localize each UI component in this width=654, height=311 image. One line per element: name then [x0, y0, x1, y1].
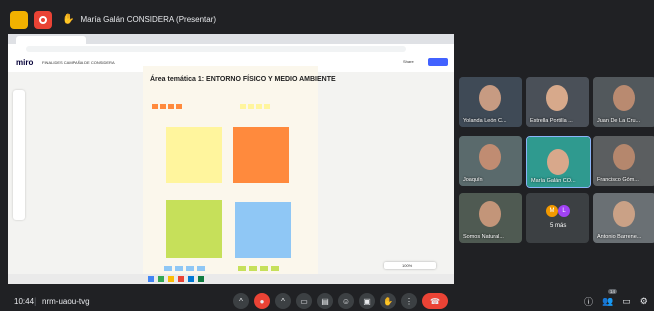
- overflow-avatar: L: [558, 205, 570, 217]
- participant-name: Yolanda León C...: [463, 118, 507, 124]
- mic-options-icon[interactable]: ^: [233, 293, 249, 309]
- mini-stickies-orange: [152, 104, 182, 109]
- more-options-icon[interactable]: ⋮: [401, 293, 417, 309]
- presenter-indicator: ✋ María Galán CONSIDERA (Presentar): [56, 9, 224, 29]
- meeting-controls: ^ ● ^ ▭ ▤ ☺ ▣ ✋ ⋮ ☎: [233, 293, 448, 309]
- zoom-controls[interactable]: 100%: [384, 262, 436, 269]
- overflow-participants-tile[interactable]: M L 5 más: [526, 193, 589, 243]
- participants-count: 14: [608, 289, 618, 294]
- board-name[interactable]: FINALIDES CAMPAÑA DE CONSIDERA: [42, 60, 115, 65]
- side-controls: ⓘ 👥 14 ▭ ⚙: [584, 289, 648, 308]
- participant-tile[interactable]: Antonio Barrene...: [593, 193, 654, 243]
- overflow-avatar: M: [546, 205, 558, 217]
- participant-tile[interactable]: Yolanda León C...: [459, 77, 522, 127]
- mini-stickies-bottom-green: [238, 266, 279, 271]
- camera-options-icon[interactable]: ^: [275, 293, 291, 309]
- raise-hand-icon[interactable]: ✋: [380, 293, 396, 309]
- meeting-code: nrm-uaou-tvg: [42, 297, 90, 306]
- miro-left-toolbar[interactable]: [13, 90, 25, 220]
- share-menu[interactable]: Share: [403, 59, 414, 64]
- mic-off-icon[interactable]: ●: [254, 293, 270, 309]
- url-field[interactable]: [26, 46, 406, 52]
- activities-icon[interactable]: ⚙: [640, 296, 648, 307]
- people-icon[interactable]: 👥 14: [602, 289, 618, 307]
- sticky-yellow[interactable]: [166, 127, 222, 183]
- sticky-orange[interactable]: [233, 127, 289, 183]
- hand-icon: ✋: [62, 13, 75, 25]
- record-icon[interactable]: [34, 11, 52, 29]
- emoji-icon[interactable]: ☺: [338, 293, 354, 309]
- presenter-label: María Galán CONSIDERA (Presentar): [80, 14, 217, 24]
- captions-icon[interactable]: ▤: [317, 293, 333, 309]
- present-mode-icon[interactable]: [10, 11, 28, 29]
- mini-stickies-yellow: [240, 104, 270, 109]
- hangup-icon[interactable]: ☎: [422, 293, 448, 309]
- share-button[interactable]: [428, 58, 448, 66]
- mini-stickies-bottom: [164, 266, 205, 271]
- participant-tile[interactable]: Estrella Portilla ...: [526, 77, 589, 127]
- participant-name: Joaquín: [463, 177, 483, 183]
- frame-title: Área temática 1: ENTORNO FÍSICO Y MEDIO …: [150, 76, 336, 83]
- participant-tile[interactable]: Francisco Góm...: [593, 136, 654, 186]
- participant-name: María Galán CO...: [531, 178, 576, 184]
- participant-tile-active[interactable]: María Galán CO...: [526, 136, 591, 188]
- participant-name: Juan De La Cru...: [597, 118, 641, 124]
- participant-name: Somos Natural...: [463, 234, 504, 240]
- overflow-count: 5 más: [550, 223, 567, 229]
- participant-tile[interactable]: Juan De La Cru...: [593, 77, 654, 127]
- chat-icon[interactable]: ▭: [622, 296, 631, 307]
- participant-name: Antonio Barrene...: [597, 234, 642, 240]
- participant-tile[interactable]: Somos Natural...: [459, 193, 522, 243]
- present-screen-icon[interactable]: ▣: [359, 293, 375, 309]
- meeting-time: 10:44: [14, 297, 35, 306]
- participant-name: Francisco Góm...: [597, 177, 639, 183]
- camera-icon[interactable]: ▭: [296, 293, 312, 309]
- zoom-level: 100%: [402, 263, 413, 268]
- miro-logo: miro: [16, 58, 34, 67]
- windows-taskbar: [8, 274, 454, 284]
- divider: |: [34, 296, 37, 306]
- participant-name: Estrella Portilla ...: [530, 118, 573, 124]
- sticky-green[interactable]: [166, 200, 222, 258]
- participant-tile[interactable]: Joaquín: [459, 136, 522, 186]
- info-icon[interactable]: ⓘ: [584, 295, 593, 308]
- browser-tab-strip: [8, 34, 454, 44]
- sticky-blue[interactable]: [235, 202, 291, 258]
